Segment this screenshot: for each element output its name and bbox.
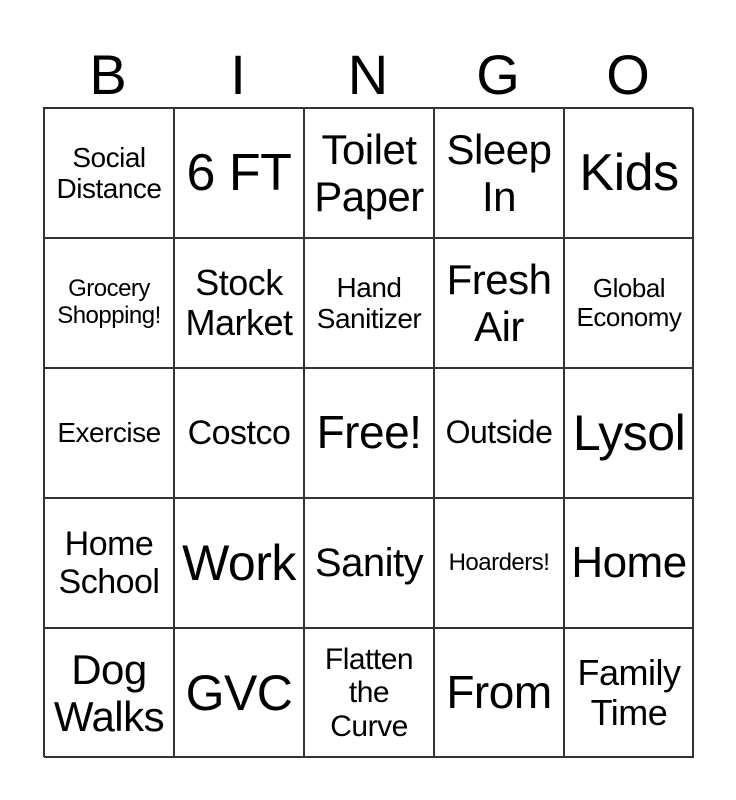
bingo-cell[interactable]: Outside bbox=[434, 368, 564, 498]
bingo-cell-text: Home bbox=[571, 538, 687, 588]
bingo-cell-text: Kids bbox=[579, 143, 679, 202]
bingo-cell[interactable]: Grocery Shopping! bbox=[44, 238, 174, 368]
bingo-cell-text: From bbox=[446, 666, 552, 719]
header-letter-o: O bbox=[606, 43, 650, 106]
bingo-cell[interactable]: Flatten the Curve bbox=[304, 628, 434, 758]
bingo-cell[interactable]: Stock Market bbox=[174, 238, 304, 368]
bingo-cell[interactable]: Lysol bbox=[564, 368, 694, 498]
bingo-cell-text: Outside bbox=[445, 414, 553, 451]
bingo-cell-text: Flatten the Curve bbox=[324, 642, 414, 743]
bingo-cell-text: Grocery Shopping! bbox=[57, 275, 161, 329]
bingo-cell[interactable]: Family Time bbox=[564, 628, 694, 758]
header-letter-b: B bbox=[89, 43, 127, 106]
bingo-card-grid: Social Distance 6 FT Toilet Paper Sleep In K… bbox=[43, 107, 694, 758]
bingo-cell[interactable]: Toilet Paper bbox=[304, 108, 434, 238]
bingo-cell-text: Lysol bbox=[572, 405, 686, 461]
bingo-cell[interactable]: Home bbox=[564, 498, 694, 628]
bingo-cell-text: Costco bbox=[187, 413, 291, 452]
bingo-cell-text: Hoarders! bbox=[448, 548, 550, 576]
bingo-cell[interactable]: From bbox=[434, 628, 564, 758]
bingo-cell-text: Fresh Air bbox=[446, 255, 552, 350]
bingo-cell-text: Free! bbox=[316, 406, 422, 459]
bingo-cell-text: Work bbox=[182, 535, 296, 591]
bingo-cell[interactable]: Home School bbox=[44, 498, 174, 628]
bingo-cell-text: Family Time bbox=[577, 651, 682, 733]
bingo-cell-text: Social Distance bbox=[56, 141, 162, 204]
bingo-cell[interactable]: Hoarders! bbox=[434, 498, 564, 628]
bingo-cell-text: Stock Market bbox=[185, 261, 293, 343]
bingo-cell-text: Hand Sanitizer bbox=[316, 271, 422, 334]
bingo-cell[interactable]: Free! bbox=[304, 368, 434, 498]
bingo-cell[interactable]: Fresh Air bbox=[434, 238, 564, 368]
bingo-cell-text: Sleep In bbox=[446, 125, 552, 220]
bingo-cell[interactable]: Costco bbox=[174, 368, 304, 498]
bingo-cell[interactable]: Social Distance bbox=[44, 108, 174, 238]
header-letter-i: I bbox=[230, 43, 246, 106]
header-letter-g: G bbox=[476, 43, 520, 106]
bingo-cell-text: Sanity bbox=[314, 540, 424, 585]
bingo-cell[interactable]: GVC bbox=[174, 628, 304, 758]
bingo-cell[interactable]: Sanity bbox=[304, 498, 434, 628]
bingo-cell[interactable]: Global Economy bbox=[564, 238, 694, 368]
bingo-cell[interactable]: Kids bbox=[564, 108, 694, 238]
bingo-cell[interactable]: Exercise bbox=[44, 368, 174, 498]
header-letter-n: N bbox=[347, 43, 389, 106]
bingo-cell[interactable]: Sleep In bbox=[434, 108, 564, 238]
bingo-cell[interactable]: Dog Walks bbox=[44, 628, 174, 758]
bingo-cell[interactable]: Hand Sanitizer bbox=[304, 238, 434, 368]
bingo-cell-text: 6 FT bbox=[186, 143, 292, 202]
bingo-cell-text: Exercise bbox=[57, 417, 161, 449]
bingo-header: B I N G O bbox=[43, 44, 693, 106]
bingo-cell-text: Home School bbox=[58, 524, 160, 601]
bingo-cell-text: Dog Walks bbox=[53, 645, 165, 740]
bingo-cell[interactable]: 6 FT bbox=[174, 108, 304, 238]
bingo-cell-text: Global Economy bbox=[576, 272, 682, 332]
bingo-cell[interactable]: Work bbox=[174, 498, 304, 628]
bingo-cell-text: Toilet Paper bbox=[314, 125, 424, 220]
bingo-cell-text: GVC bbox=[185, 665, 293, 721]
